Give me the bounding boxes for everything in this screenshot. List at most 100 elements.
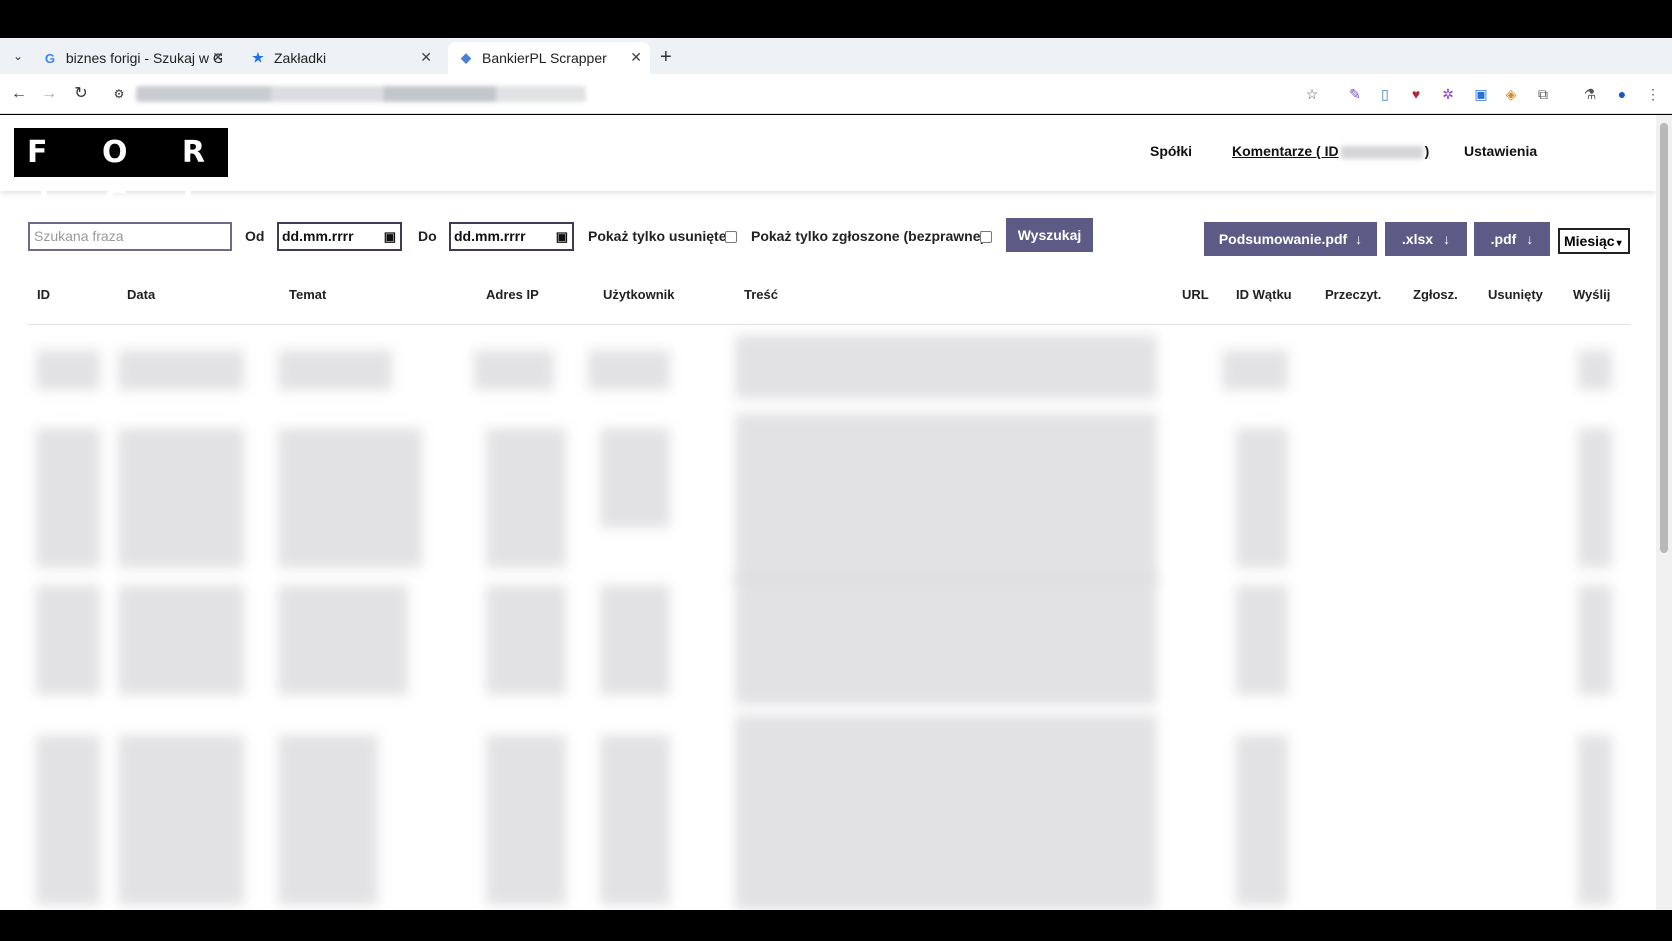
pen-extension-icon[interactable]: ✎ [1345,84,1365,104]
chevron-down-icon: ▾ [1616,238,1622,249]
new-tab-button[interactable]: + [660,46,672,69]
table-row [600,735,670,905]
table-row [118,428,244,568]
screen-extension-icon[interactable]: ▣ [1471,84,1491,104]
from-date-input[interactable]: dd.mm.rrrr ▣ [277,222,402,251]
col-adres-ip[interactable]: Adres IP [486,287,539,302]
table-row [486,735,566,905]
calendar-icon[interactable]: ▣ [384,224,396,249]
nav-komentarze-suffix: ) [1424,143,1430,159]
period-select[interactable]: Miesiąc ▾ [1558,228,1630,254]
star-icon: ★ [252,50,264,65]
col-zglosz[interactable]: Zgłosz. [1413,287,1458,302]
table-row [1578,585,1612,695]
table-row [474,350,554,390]
col-data[interactable]: Data [127,287,155,302]
table-row [735,335,1157,399]
period-value: Miesiąc [1564,233,1615,249]
deleted-only-checkbox[interactable] [725,231,737,243]
table-row [735,413,1157,583]
page-icon: ◆ [461,50,471,65]
browser-menu-icon[interactable]: ⋮ [1643,84,1663,104]
deleted-only-label: Pokaż tylko usunięte [588,228,727,244]
screen-bottom-border [0,910,1672,941]
col-id-watku[interactable]: ID Wątku [1236,287,1292,302]
col-id[interactable]: ID [37,287,50,302]
pdf-button[interactable]: .pdf ↓ [1474,222,1550,256]
forward-icon[interactable]: → [38,83,60,105]
nav-spolki[interactable]: Spółki [1150,143,1192,159]
calendar-icon[interactable]: ▣ [556,224,568,249]
profile-avatar-icon[interactable]: ● [1612,84,1632,104]
extensions-icon[interactable]: ⧉ [1533,84,1553,104]
table-row [1222,350,1288,390]
close-icon[interactable]: ✕ [630,49,642,66]
tab-search-chevron-icon[interactable]: ⌄ [8,46,28,66]
search-button[interactable]: Wyszukaj [1006,218,1093,252]
xlsx-button[interactable]: .xlsx ↓ [1385,222,1467,256]
table-row [1578,428,1612,568]
table-row [1236,428,1288,568]
close-icon[interactable]: ✕ [420,49,432,66]
tab-google-search[interactable]: G biznes forigi - Szukaj w G ✕ [32,42,232,74]
back-icon[interactable]: ← [8,83,30,105]
reload-icon[interactable]: ↻ [70,83,92,105]
nav-komentarze-label: Komentarze ( ID [1232,143,1339,159]
v-extension-icon[interactable]: ♥ [1406,84,1426,104]
table-row [118,735,244,905]
labs-flask-icon[interactable]: ⚗ [1580,84,1600,104]
table-row [278,428,422,568]
reported-only-checkbox[interactable] [980,231,992,243]
download-arrow-icon: ↓ [1526,231,1534,247]
table-row [118,585,244,695]
summary-pdf-button[interactable]: Podsumowanie.pdf ↓ [1204,222,1377,256]
to-date-input[interactable]: dd.mm.rrrr ▣ [449,222,574,251]
table-row [118,350,244,390]
close-icon[interactable]: ✕ [212,49,224,66]
nav-ustawienia[interactable]: Ustawienia [1464,143,1537,159]
table-row [1236,585,1288,695]
nav-komentarze[interactable]: Komentarze ( ID) [1232,143,1429,159]
table-row [1578,735,1612,905]
col-wyslij[interactable]: Wyślij [1573,287,1610,302]
tab-strip: ⌄ G biznes forigi - Szukaj w G ✕ ★ Zakła… [0,38,1672,74]
table-row [1578,350,1612,390]
summary-pdf-label: Podsumowanie.pdf [1218,231,1348,247]
col-tresc[interactable]: Treść [744,287,778,302]
url-field[interactable] [136,86,586,102]
tab-title: BankierPL Scrapper [482,50,607,66]
bookmark-star-icon[interactable]: ☆ [1302,84,1322,104]
col-temat[interactable]: Temat [289,287,326,302]
table-row [36,428,100,568]
puzzle-purple-extension-icon[interactable]: ✲ [1438,84,1458,104]
table-row [36,585,100,695]
to-label: Do [418,228,437,244]
col-url[interactable]: URL [1182,287,1209,302]
table-row [600,428,670,528]
color-extension-icon[interactable]: ◈ [1501,84,1521,104]
table-row [278,585,408,695]
site-info-icon[interactable]: ⚙ [108,83,130,105]
logo[interactable]: F O R I G I [14,128,228,219]
page-content: F O R I G I Spółki Komentarze ( ID) Usta… [0,115,1672,910]
col-przeczyt[interactable]: Przeczyt. [1325,287,1381,302]
tab-bankier-scrapper[interactable]: ◆ BankierPL Scrapper ✕ [448,42,650,74]
table-row [486,428,566,568]
doc-extension-icon[interactable]: ▯ [1375,84,1395,104]
pdf-label: .pdf [1490,231,1517,247]
tab-bookmarks[interactable]: ★ Zakładki ✕ [240,42,440,74]
download-arrow-icon: ↓ [1443,231,1451,247]
table-row [36,350,100,390]
table-row [588,350,670,390]
page-scrollbar-thumb[interactable] [1660,123,1668,553]
col-uzytkownik[interactable]: Użytkownik [603,287,675,302]
app-header: F O R I G I Spółki Komentarze ( ID) Usta… [0,115,1656,219]
search-input[interactable]: Szukana fraza [28,222,232,251]
table-row [735,575,1157,705]
table-row [735,715,1157,910]
col-usuniety[interactable]: Usunięty [1488,287,1543,302]
table-row [278,735,378,905]
from-date-value: dd.mm.rrrr [282,228,354,244]
to-date-value: dd.mm.rrrr [454,228,526,244]
table-row [36,735,100,905]
